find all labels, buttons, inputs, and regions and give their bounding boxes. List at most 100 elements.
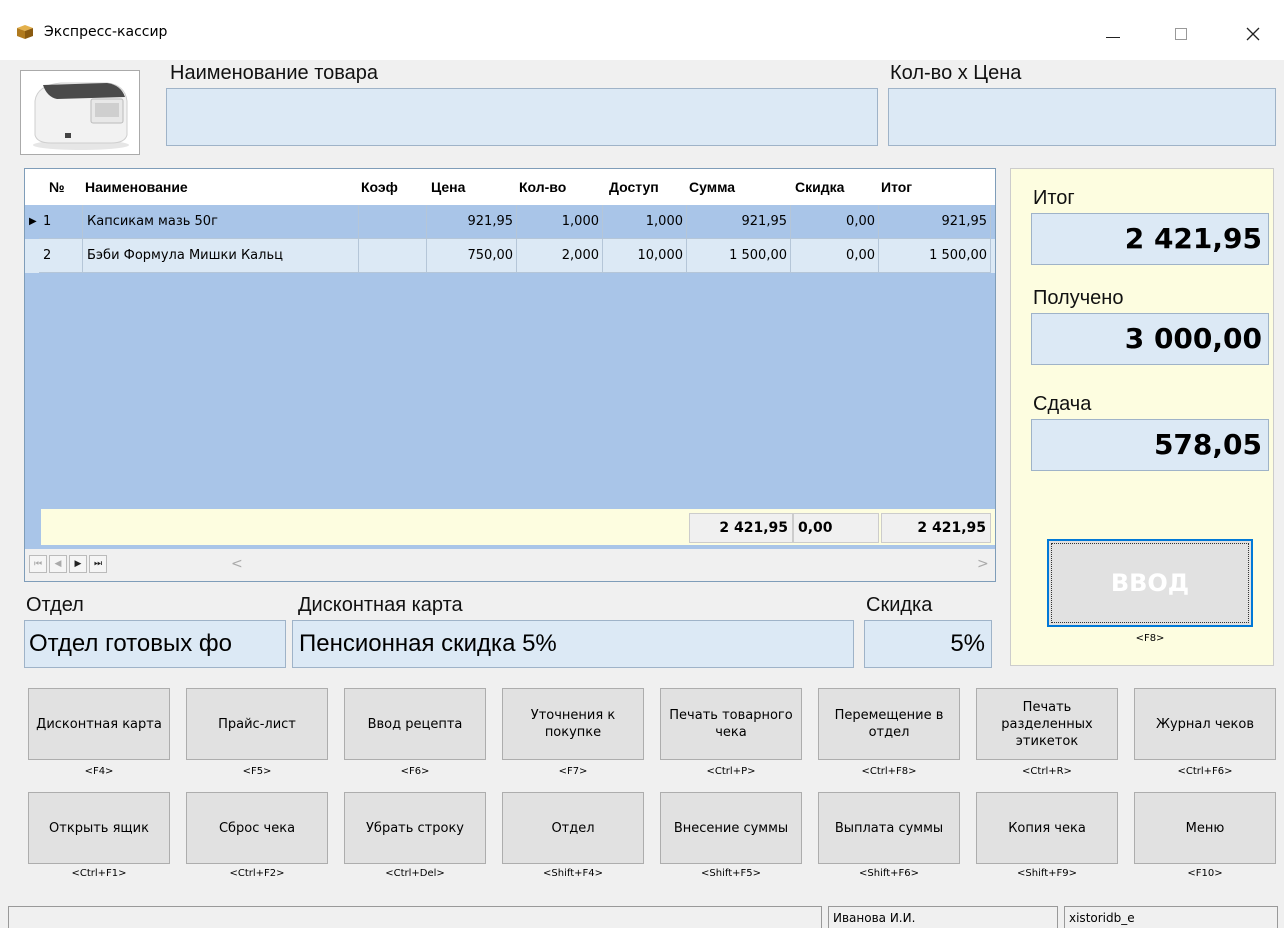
table-row[interactable]: ▶ 1 Капсикам мазь 50г 921,95 1,000 1,000…	[25, 205, 995, 239]
total-sum-final: 2 421,95	[881, 513, 991, 543]
prescription-button[interactable]: Ввод рецепта	[344, 688, 486, 760]
cash-out-button[interactable]: Выплата суммы	[818, 792, 960, 864]
cell-total: 921,95	[879, 205, 991, 239]
purchase-details-hint: <F7>	[558, 766, 588, 777]
enter-hint: <F8>	[1135, 633, 1165, 644]
cell-price: 921,95	[427, 205, 517, 239]
minimize-button[interactable]	[1090, 14, 1136, 54]
totals-indicator	[25, 509, 41, 545]
discount-card-hint: <F4>	[84, 766, 114, 777]
copy-receipt-button[interactable]: Копия чека	[976, 792, 1118, 864]
items-grid[interactable]: № Наименование Коэф Цена Кол-во Доступ С…	[24, 168, 996, 582]
col-name[interactable]: Наименование	[85, 179, 188, 195]
dept-button[interactable]: Отдел	[502, 792, 644, 864]
table-row[interactable]: 2 Бэби Формула Мишки Кальц 750,00 2,000 …	[25, 239, 995, 273]
product-name-label: Наименование товара	[170, 62, 379, 84]
cash-in-button[interactable]: Внесение суммы	[660, 792, 802, 864]
reset-receipt-hint: <Ctrl+F2>	[229, 868, 285, 879]
last-record-button[interactable]: ⏭	[89, 555, 107, 573]
discount-field[interactable]: 5%	[864, 620, 992, 668]
cell-price: 750,00	[427, 239, 517, 273]
copy-receipt-hint: <Shift+F9>	[1017, 868, 1077, 879]
scroll-left-icon[interactable]: <	[231, 556, 243, 572]
product-name-field[interactable]	[166, 88, 878, 146]
print-labels-button[interactable]: Печать разделенных этикеток	[976, 688, 1118, 760]
close-button[interactable]	[1230, 14, 1276, 54]
main-window: Экспресс-кассир Наименование товара Кол-…	[0, 0, 1284, 928]
remove-row-hint: <Ctrl+Del>	[385, 868, 445, 879]
cash-in-hint: <Shift+F5>	[701, 868, 761, 879]
discount-card-field[interactable]: Пенсионная скидка 5%	[292, 620, 854, 668]
col-price[interactable]: Цена	[431, 179, 465, 195]
open-drawer-button[interactable]: Открыть ящик	[28, 792, 170, 864]
menu-hint: <F10>	[1187, 868, 1223, 879]
prev-record-button[interactable]: ◀	[49, 555, 67, 573]
cell-disc: 0,00	[791, 239, 879, 273]
cell-num: 2	[39, 239, 83, 273]
status-pane-main	[8, 906, 822, 928]
cell-qty: 2,000	[517, 239, 603, 273]
move-to-dept-button[interactable]: Перемещение в отдел	[818, 688, 960, 760]
price-list-button[interactable]: Прайс-лист	[186, 688, 328, 760]
qty-price-label: Кол-во х Цена	[890, 62, 1022, 84]
total-value: 2 421,95	[1031, 213, 1269, 265]
cell-coef	[359, 205, 427, 239]
scroll-right-icon[interactable]: >	[977, 556, 989, 572]
cell-coef	[359, 239, 427, 273]
received-label: Получено	[1033, 287, 1124, 309]
discount-label: Скидка	[866, 594, 933, 616]
close-icon	[1246, 27, 1260, 41]
total-label: Итог	[1033, 187, 1075, 209]
first-record-button[interactable]: ⏮	[29, 555, 47, 573]
receipt-journal-hint: <Ctrl+F6>	[1177, 766, 1233, 777]
received-value[interactable]: 3 000,00	[1031, 313, 1269, 365]
change-label: Сдача	[1033, 393, 1092, 415]
dept-label: Отдел	[26, 594, 84, 616]
cell-name: Капсикам мазь 50г	[83, 205, 359, 239]
printer-image	[20, 70, 140, 155]
cell-avail: 1,000	[603, 205, 687, 239]
price-list-hint: <F5>	[242, 766, 272, 777]
discount-card-label: Дисконтная карта	[298, 594, 463, 616]
status-bar: Иванова И.И. xistoridb_e	[0, 904, 1284, 928]
cell-sum: 921,95	[687, 205, 791, 239]
open-drawer-hint: <Ctrl+F1>	[71, 868, 127, 879]
cell-disc: 0,00	[791, 205, 879, 239]
col-total[interactable]: Итог	[881, 179, 912, 195]
cash-out-hint: <Shift+F6>	[859, 868, 919, 879]
remove-row-button[interactable]: Убрать строку	[344, 792, 486, 864]
col-sum[interactable]: Сумма	[689, 179, 735, 195]
col-num[interactable]: №	[49, 179, 65, 195]
qty-price-field[interactable]	[888, 88, 1276, 146]
receipt-journal-button[interactable]: Журнал чеков	[1134, 688, 1276, 760]
enter-button[interactable]: ВВОД	[1047, 539, 1253, 627]
grid-header: № Наименование Коэф Цена Кол-во Доступ С…	[25, 169, 995, 205]
change-value: 578,05	[1031, 419, 1269, 471]
print-receipt-button[interactable]: Печать товарного чека	[660, 688, 802, 760]
purchase-details-button[interactable]: Уточнения к покупке	[502, 688, 644, 760]
summary-panel: Итог 2 421,95 Получено 3 000,00 Сдача 57…	[1010, 168, 1274, 666]
prescription-hint: <F6>	[400, 766, 430, 777]
title-bar: Экспресс-кассир	[0, 0, 1284, 60]
maximize-button[interactable]	[1158, 14, 1204, 54]
reset-receipt-button[interactable]: Сброс чека	[186, 792, 328, 864]
col-coef[interactable]: Коэф	[361, 179, 398, 195]
dept-field[interactable]: Отдел готовых фо	[24, 620, 286, 668]
print-labels-hint: <Ctrl+R>	[1022, 766, 1072, 777]
discount-card-button[interactable]: Дисконтная карта	[28, 688, 170, 760]
status-db: xistoridb_e	[1064, 906, 1278, 928]
col-qty[interactable]: Кол-во	[519, 179, 566, 195]
print-receipt-hint: <Ctrl+P>	[706, 766, 756, 777]
printer-icon	[33, 82, 129, 150]
cell-total: 1 500,00	[879, 239, 991, 273]
cell-num: 1	[39, 205, 83, 239]
cell-qty: 1,000	[517, 205, 603, 239]
next-record-button[interactable]: ▶	[69, 555, 87, 573]
grid-totals-row: 2 421,95 0,00 2 421,95	[25, 509, 995, 545]
menu-button[interactable]: Меню	[1134, 792, 1276, 864]
col-disc[interactable]: Скидка	[795, 179, 844, 195]
cell-sum: 1 500,00	[687, 239, 791, 273]
col-avail[interactable]: Доступ	[609, 179, 689, 195]
grid-navigator: ⏮ ◀ ▶ ⏭ < >	[25, 549, 995, 581]
total-disc: 0,00	[793, 513, 879, 543]
